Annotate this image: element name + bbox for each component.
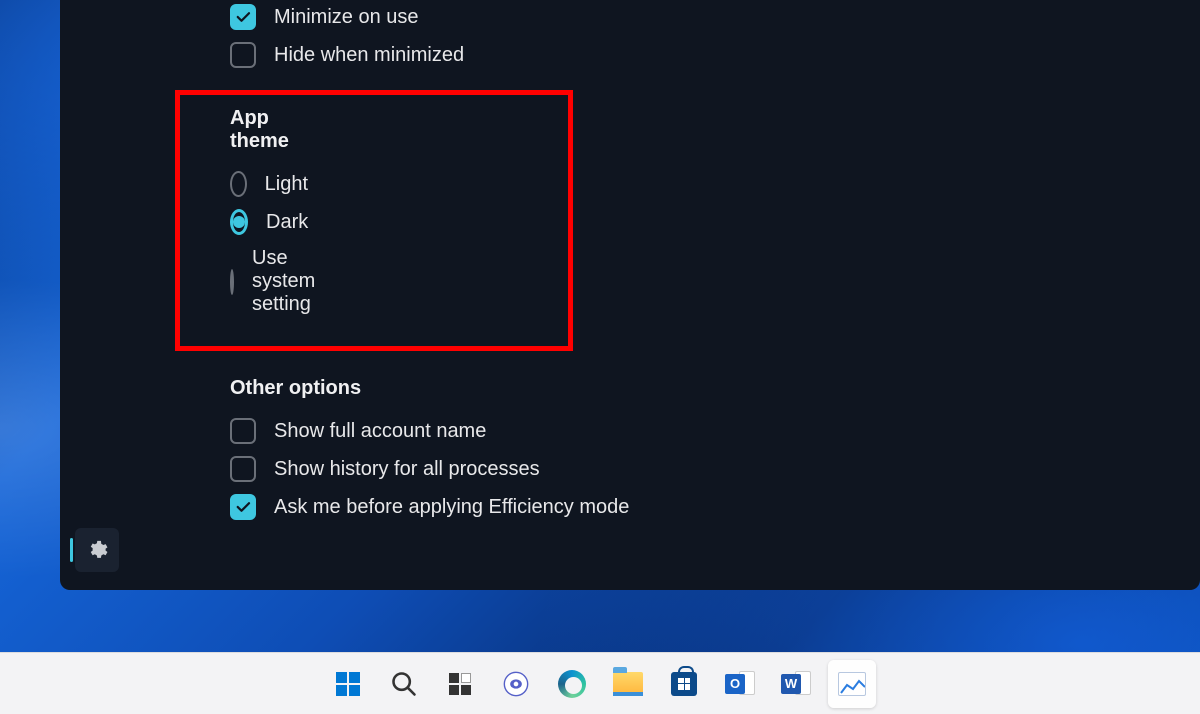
theme-light-row: Light bbox=[230, 171, 308, 197]
taskbar-word-button[interactable]: W bbox=[772, 660, 820, 708]
show-full-account-checkbox[interactable] bbox=[230, 418, 256, 444]
theme-light-label: Light bbox=[265, 173, 308, 196]
taskbar-task-manager-button[interactable] bbox=[828, 660, 876, 708]
show-history-all-checkbox[interactable] bbox=[230, 456, 256, 482]
minimize-on-use-label: Minimize on use bbox=[274, 6, 419, 29]
taskbar-file-explorer-button[interactable] bbox=[604, 660, 652, 708]
taskbar-store-button[interactable] bbox=[660, 660, 708, 708]
search-icon bbox=[390, 670, 418, 698]
theme-system-radio[interactable] bbox=[230, 269, 234, 295]
minimize-on-use-checkbox[interactable] bbox=[230, 4, 256, 30]
taskbar-start-button[interactable] bbox=[324, 660, 372, 708]
task-view-icon bbox=[449, 673, 471, 695]
theme-dark-label: Dark bbox=[266, 211, 308, 234]
task-manager-settings-window: Minimize on use Hide when minimized App … bbox=[60, 0, 1200, 590]
theme-light-radio[interactable] bbox=[230, 171, 247, 197]
show-full-account-label: Show full account name bbox=[274, 420, 486, 443]
gear-icon bbox=[86, 539, 108, 561]
store-icon bbox=[671, 672, 697, 696]
show-full-account-row: Show full account name bbox=[230, 418, 1200, 444]
hide-when-minimized-checkbox[interactable] bbox=[230, 42, 256, 68]
app-theme-highlight: App theme Light Dark Use system setting bbox=[175, 90, 573, 351]
word-icon: W bbox=[781, 669, 811, 699]
efficiency-confirm-label: Ask me before applying Efficiency mode bbox=[274, 496, 629, 519]
taskbar-chat-button[interactable] bbox=[492, 660, 540, 708]
theme-system-label: Use system setting bbox=[252, 247, 315, 316]
theme-system-row: Use system setting bbox=[230, 247, 308, 316]
taskbar-task-view-button[interactable] bbox=[436, 660, 484, 708]
minimize-on-use-row: Minimize on use bbox=[230, 4, 1200, 30]
hide-when-minimized-label: Hide when minimized bbox=[274, 44, 464, 67]
show-history-all-row: Show history for all processes bbox=[230, 456, 1200, 482]
desktop-background: Minimize on use Hide when minimized App … bbox=[0, 0, 1200, 714]
theme-dark-radio[interactable] bbox=[230, 209, 248, 235]
taskbar: O W bbox=[0, 652, 1200, 714]
settings-nav-button[interactable] bbox=[75, 528, 119, 572]
outlook-icon: O bbox=[725, 669, 755, 699]
theme-dark-row: Dark bbox=[230, 209, 308, 235]
app-theme-title: App theme bbox=[230, 107, 308, 153]
task-manager-icon bbox=[838, 672, 866, 696]
taskbar-edge-button[interactable] bbox=[548, 660, 596, 708]
chat-icon bbox=[502, 670, 530, 698]
show-history-all-label: Show history for all processes bbox=[274, 458, 540, 481]
taskbar-search-button[interactable] bbox=[380, 660, 428, 708]
efficiency-confirm-checkbox[interactable] bbox=[230, 494, 256, 520]
edge-icon bbox=[558, 670, 586, 698]
other-options-title: Other options bbox=[230, 377, 1200, 400]
windows-start-icon bbox=[336, 672, 360, 696]
hide-when-minimized-row: Hide when minimized bbox=[230, 42, 1200, 68]
folder-icon bbox=[613, 672, 643, 696]
efficiency-confirm-row: Ask me before applying Efficiency mode bbox=[230, 494, 1200, 520]
taskbar-outlook-button[interactable]: O bbox=[716, 660, 764, 708]
